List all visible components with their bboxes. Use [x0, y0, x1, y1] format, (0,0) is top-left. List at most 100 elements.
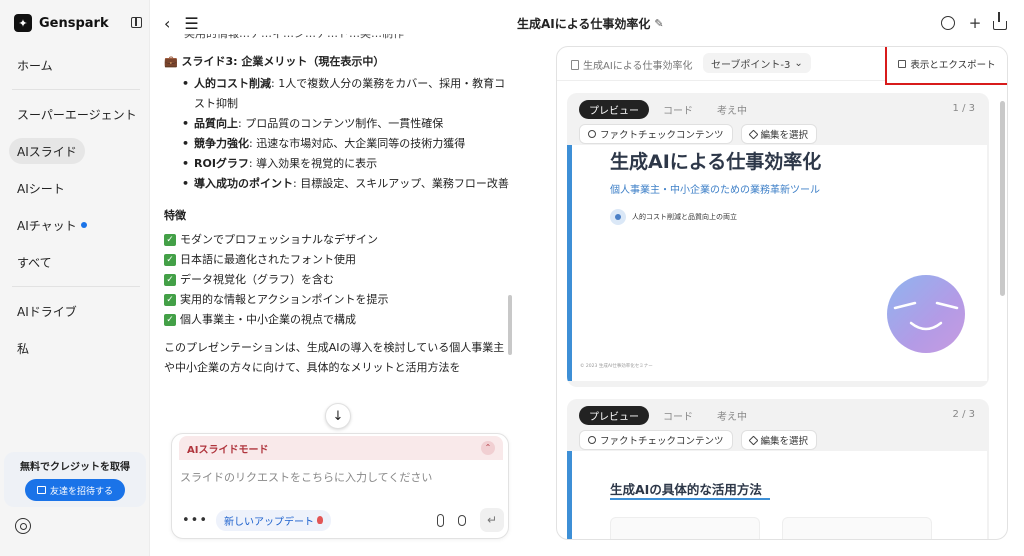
- check-icon: ✓: [164, 254, 176, 266]
- page-indicator: 1 / 3: [952, 103, 975, 114]
- sidebar-item-ai-drive[interactable]: AIドライブ: [9, 298, 85, 324]
- chat-messages: 実用的情報…ナ…ィ…ン…ナ…ド…実…制作 💼 スライド3: 企業メリット（現在表…: [164, 34, 509, 426]
- sidebar-item-label: AIシート: [17, 181, 65, 196]
- back-arrow-icon[interactable]: ‹: [164, 14, 170, 33]
- fact-check-button[interactable]: ファクトチェックコンテンツ: [579, 124, 733, 144]
- chevron-up-icon[interactable]: ⌃: [481, 441, 495, 455]
- slide-preview[interactable]: 生成AIの具体的な活用方法: [567, 451, 987, 539]
- sidebar-item-label: AIチャット: [17, 218, 77, 233]
- view-export-button[interactable]: 表示とエクスポート: [885, 47, 1007, 85]
- mode-label: AIスライドモード: [187, 444, 269, 456]
- sidebar-collapse-icon[interactable]: [131, 17, 142, 28]
- prompt-input[interactable]: [180, 466, 500, 488]
- slide-title: 生成AIによる仕事効率化: [610, 151, 822, 173]
- tab-code[interactable]: コード: [653, 100, 703, 119]
- select-edit-button[interactable]: 編集を選択: [740, 430, 818, 450]
- chat-topnav: ‹ ☰: [164, 14, 199, 33]
- sidebar-item-home[interactable]: ホーム: [9, 52, 61, 78]
- check-circle-icon: [588, 436, 596, 444]
- new-indicator-dot: [80, 222, 87, 228]
- breadcrumb: 生成AIによる仕事効率化: [571, 57, 693, 72]
- send-button[interactable]: ↵: [480, 508, 504, 532]
- brand[interactable]: ✦ Genspark: [14, 14, 109, 32]
- scroll-down-button[interactable]: ↓: [325, 403, 351, 429]
- tab-thinking[interactable]: 考え中: [707, 100, 757, 119]
- chat-column: ‹ ☰ 実用的情報…ナ…ィ…ン…ナ…ド…実…制作 💼 スライド3: 企業メリット…: [150, 0, 518, 556]
- list-item: ✓ 個人事業主・中小企業の視点で構成: [164, 310, 509, 330]
- tab-thinking[interactable]: 考え中: [707, 406, 757, 425]
- check-icon: ✓: [164, 234, 176, 246]
- list-item: ROIグラフ: 導入効果を視覚的に表示: [178, 154, 509, 174]
- document-title: 生成AIによる仕事効率化 ✎: [517, 15, 664, 32]
- gift-icon: [36, 486, 46, 494]
- share-icon[interactable]: [993, 12, 1007, 30]
- preview-panel: 生成AIによる仕事効率化 セーブポイント-3 ⌄ 表示とエクスポート プレビュー…: [556, 46, 1008, 540]
- savepoint-value: セーブポイント-3: [711, 59, 791, 71]
- tab-preview[interactable]: プレビュー: [579, 406, 649, 425]
- brain-icon: [610, 209, 626, 225]
- summary-paragraph: このプレゼンテーションは、生成AIの導入を検討している個人事業主や中小企業の方々…: [164, 341, 505, 374]
- check-icon: ✓: [164, 294, 176, 306]
- export-label: 表示とエクスポート: [910, 60, 996, 71]
- feature-list: ✓ モダンでプロフェッショナルなデザイン ✓ 日本語に最適化されたフォント使用 ✓ デ…: [164, 230, 509, 330]
- edit-pencil-icon[interactable]: ✎: [654, 17, 663, 30]
- slide-point: 人的コスト削減と品質向上の両立: [610, 209, 737, 225]
- new-update-badge[interactable]: 新しいアップデート: [216, 509, 332, 531]
- tab-preview[interactable]: プレビュー: [579, 100, 649, 119]
- preview-tabs: プレビュー コード 考え中: [579, 100, 757, 119]
- globe-icon[interactable]: [941, 16, 955, 30]
- genspark-logo-icon: ✦: [14, 14, 32, 32]
- send-icon: ↵: [486, 513, 498, 527]
- fact-check-button[interactable]: ファクトチェックコンテンツ: [579, 430, 733, 450]
- menu-icon[interactable]: ☰: [184, 14, 198, 33]
- benefit-list: 人的コスト削減: 1人で複数人分の業務をカバー、採用・教育コスト抑制 品質向上:…: [178, 74, 509, 194]
- select-icon: [748, 435, 758, 445]
- sidebar-item-label: ホーム: [17, 58, 53, 73]
- savepoint-select[interactable]: セーブポイント-3 ⌄: [703, 53, 811, 73]
- title-underline: [610, 498, 770, 500]
- slide-card: プレビュー コード 考え中 1 / 3 ファクトチェックコンテンツ 編集を選択 …: [567, 93, 989, 387]
- select-edit-button[interactable]: 編集を選択: [740, 124, 818, 144]
- more-options-icon[interactable]: •••: [182, 513, 208, 528]
- slide3-heading: 💼 スライド3: 企業メリット（現在表示中）: [164, 55, 385, 68]
- sidebar-item-label: AIドライブ: [17, 304, 77, 319]
- sidebar-item-super-agent[interactable]: スーパーエージェント: [9, 101, 145, 127]
- document-title-text: 生成AIによる仕事効率化: [517, 17, 651, 31]
- sidebar-item-ai-sheets[interactable]: AIシート: [9, 175, 73, 201]
- check-icon: ✓: [164, 274, 176, 286]
- sidebar-item-label: スーパーエージェント: [17, 107, 137, 122]
- list-item: ✓ 実用的な情報とアクションポイントを提示: [164, 290, 509, 310]
- arrow-down-icon: ↓: [332, 408, 344, 424]
- sidebar-divider: [12, 286, 140, 287]
- slide-card: プレビュー コード 考え中 2 / 3 ファクトチェックコンテンツ 編集を選択 …: [567, 399, 989, 539]
- list-item: 品質向上: プロ品質のコンテンツ制作、一貫性確保: [178, 114, 509, 134]
- sidebar-item-ai-slides[interactable]: AIスライド: [9, 138, 85, 164]
- attach-icon[interactable]: [437, 513, 444, 527]
- breadcrumb-title: 生成AIによる仕事効率化: [583, 61, 693, 72]
- slide-preview[interactable]: 生成AIによる仕事効率化 個人事業主・中小企業のための業務革新ツール 人的コスト…: [567, 145, 987, 381]
- brand-name: Genspark: [39, 15, 109, 31]
- slide-actions: ファクトチェックコンテンツ 編集を選択: [579, 124, 818, 144]
- chat-scrollbar[interactable]: [508, 295, 512, 355]
- preview-scrollbar[interactable]: [1000, 101, 1005, 296]
- mode-bar[interactable]: AIスライドモード ⌃: [179, 436, 503, 460]
- invite-friends-button[interactable]: 友達を招待する: [25, 479, 125, 501]
- list-item: ✓ 日本語に最適化されたフォント使用: [164, 250, 509, 270]
- sidebar-item-label: 私: [17, 341, 30, 356]
- settings-icon[interactable]: [15, 518, 31, 534]
- document-icon: [571, 59, 579, 70]
- list-item: ✓ モダンでプロフェッショナルなデザイン: [164, 230, 509, 250]
- invite-friends-label: 友達を招待する: [49, 486, 113, 497]
- sidebar-item-ai-chat[interactable]: AIチャット: [9, 212, 95, 238]
- slide-card-toolbar: プレビュー コード 考え中 1 / 3 ファクトチェックコンテンツ 編集を選択: [567, 93, 989, 145]
- sidebar-item-all[interactable]: すべて: [9, 249, 60, 275]
- composer-actions: ↵: [437, 508, 504, 532]
- slide-actions: ファクトチェックコンテンツ 編集を選択: [579, 430, 818, 450]
- plus-icon[interactable]: +: [968, 14, 982, 32]
- list-item: 導入成功のポイント: 目標設定、スキルアップ、業務フロー改善: [178, 174, 509, 194]
- list-item: ✓ データ視覚化（グラフ）を含む: [164, 270, 509, 290]
- microphone-icon[interactable]: [458, 514, 466, 526]
- sidebar-item-me[interactable]: 私: [9, 335, 37, 361]
- check-icon: ✓: [164, 314, 176, 326]
- tab-code[interactable]: コード: [653, 406, 703, 425]
